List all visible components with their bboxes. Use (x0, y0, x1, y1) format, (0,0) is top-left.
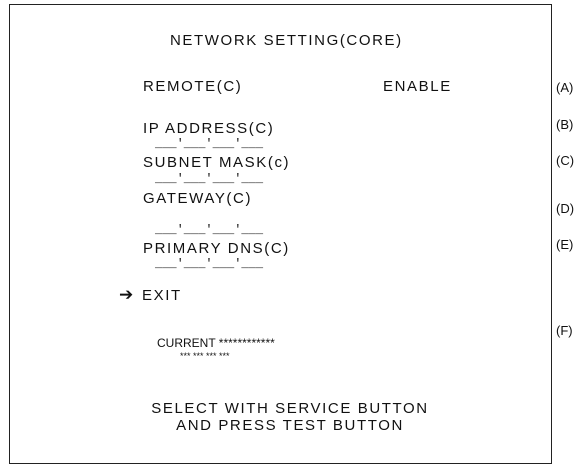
annotation-b: (B) (556, 117, 574, 132)
annotation-d: (D) (556, 201, 575, 216)
menu-item-remote[interactable]: REMOTE(C) (143, 78, 242, 95)
primary-dns-value: ___'___'___'___ (155, 257, 264, 271)
annotation-f: (F) (556, 323, 573, 338)
current-label: CURRENT ************ (157, 336, 275, 350)
annotation-c: (C) (556, 153, 575, 168)
menu-item-gateway[interactable]: GATEWAY(C) (143, 190, 252, 207)
annotation-e: (E) (556, 237, 574, 252)
remote-value[interactable]: ENABLE (383, 78, 452, 95)
subnet-mask-value: ___'___'___'___ (155, 172, 264, 186)
annotation-a: (A) (556, 80, 574, 95)
menu-item-primary-dns[interactable]: PRIMARY DNS(C) (143, 240, 290, 257)
menu-item-subnet-mask[interactable]: SUBNET MASK(c) (143, 154, 290, 171)
ip-address-value: ___'___'___'___ (155, 137, 264, 151)
arrow-right-icon: ➔ (119, 285, 134, 304)
instruction-line-1: SELECT WITH SERVICE BUTTON (151, 400, 429, 417)
menu-item-exit[interactable]: EXIT (142, 287, 182, 304)
instruction-line-2: AND PRESS TEST BUTTON (176, 417, 404, 434)
gateway-value: ___'___'___'___ (155, 223, 264, 237)
network-setting-panel (9, 4, 552, 464)
screen-title: NETWORK SETTING(CORE) (170, 32, 403, 49)
menu-item-ip-address[interactable]: IP ADDRESS(C) (143, 120, 274, 137)
current-ip-value: *** *** *** *** (180, 351, 230, 361)
